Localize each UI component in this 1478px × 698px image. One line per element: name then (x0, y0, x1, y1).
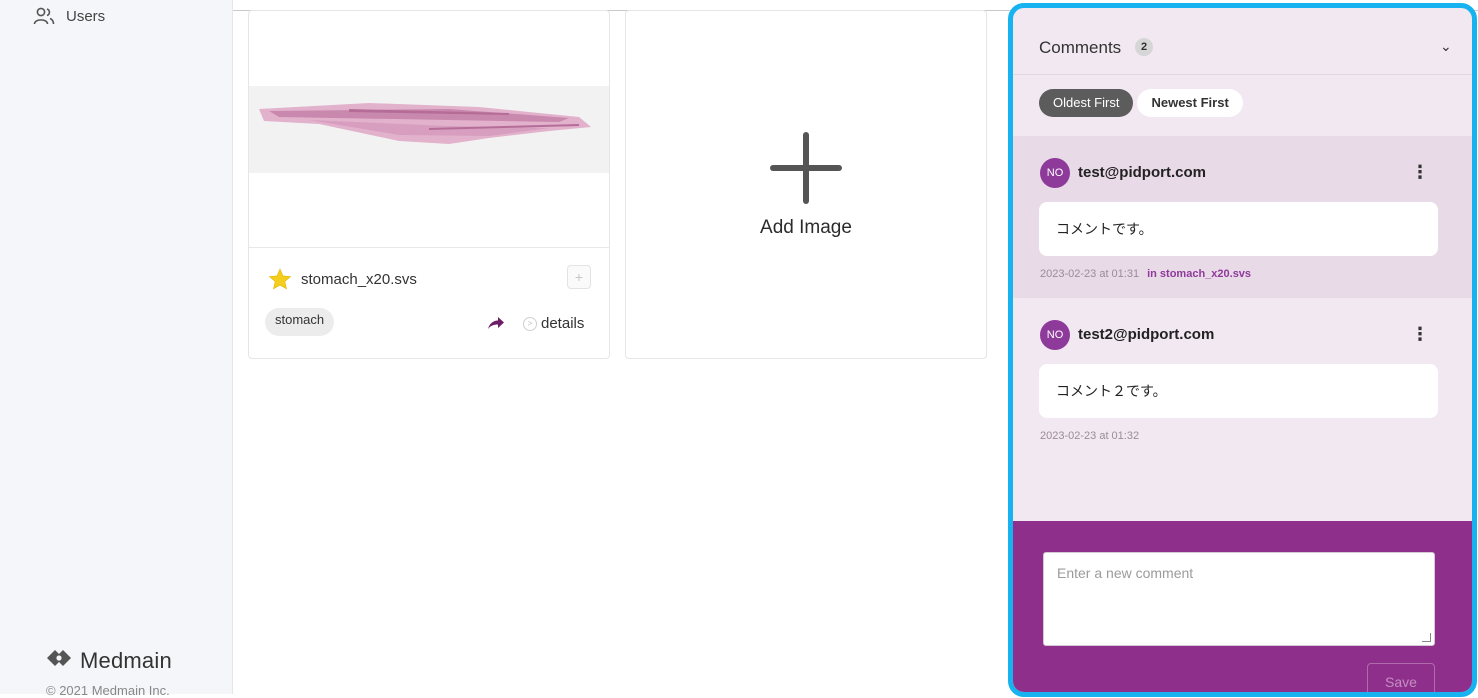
copyright-text: © 2021 Medmain Inc. (46, 683, 170, 698)
save-button[interactable]: Save (1367, 663, 1435, 692)
users-icon (32, 6, 56, 26)
add-to-collection-button[interactable]: + (567, 265, 591, 289)
resize-handle-icon[interactable] (1422, 633, 1431, 642)
comment-item[interactable]: NO test2@pidport.com ⋮ コメント２です。 2023-02-… (1013, 298, 1472, 458)
comment-count-badge: 2 (1135, 38, 1153, 56)
chevron-down-icon[interactable]: ⌄ (1440, 38, 1452, 55)
plus-square-icon: + (574, 269, 584, 285)
comment-body: コメントです。 (1039, 202, 1438, 256)
share-arrow-icon[interactable] (487, 316, 505, 335)
add-image-label: Add Image (760, 217, 852, 238)
sort-toggle: Oldest First Newest First (1039, 89, 1243, 117)
image-thumbnail[interactable] (249, 11, 609, 248)
comments-title: Comments (1039, 38, 1122, 57)
comment-meta: 2023-02-23 at 01:31 in stomach_x20.svs (1040, 268, 1251, 280)
details-link[interactable]: > details (523, 315, 584, 332)
new-comment-input[interactable]: Enter a new comment (1043, 552, 1435, 646)
image-file-name[interactable]: stomach_x20.svs (301, 271, 417, 288)
slide-preview (249, 86, 609, 173)
sidebar-item-label: Users (66, 7, 106, 25)
more-options-icon[interactable]: ⋮ (1411, 324, 1429, 345)
comments-header[interactable]: Comments 2 ⌄ (1013, 8, 1472, 75)
comment-timestamp: 2023-02-23 at 01:31 (1040, 268, 1140, 280)
comment-author: test@pidport.com (1078, 164, 1206, 181)
avatar: NO (1040, 158, 1070, 188)
medmain-logo-icon (44, 646, 74, 675)
tag-chip[interactable]: stomach (265, 308, 335, 336)
sidebar: Users Medmain © 2021 Medmain Inc. (0, 0, 233, 698)
comment-author: test2@pidport.com (1078, 326, 1215, 343)
plus-icon (770, 132, 842, 209)
comment-context-link[interactable]: in stomach_x20.svs (1147, 268, 1251, 280)
avatar: NO (1040, 320, 1070, 350)
sort-newest-button[interactable]: Newest First (1137, 89, 1243, 117)
comment-compose-area: Enter a new comment Save (1013, 521, 1472, 692)
new-comment-placeholder: Enter a new comment (1057, 565, 1194, 581)
comments-panel: Comments 2 ⌄ Oldest First Newest First N… (1008, 3, 1477, 697)
sidebar-item-users[interactable]: Users (32, 6, 105, 26)
comment-meta: 2023-02-23 at 01:32 (1040, 430, 1139, 442)
logo-text: Medmain (80, 647, 172, 673)
medmain-logo: Medmain (44, 646, 172, 675)
details-label: details (541, 315, 585, 332)
more-options-icon[interactable]: ⋮ (1411, 162, 1429, 183)
chevron-right-icon: > (523, 316, 537, 331)
comment-item[interactable]: NO test@pidport.com ⋮ コメントです。 2023-02-23… (1013, 136, 1472, 298)
favorite-star-icon[interactable] (267, 267, 293, 297)
sort-oldest-button[interactable]: Oldest First (1039, 89, 1134, 117)
image-card[interactable]: stomach_x20.svs + stomach > details (248, 10, 610, 359)
comment-body: コメント２です。 (1039, 364, 1438, 418)
add-image-card[interactable]: Add Image (625, 10, 987, 359)
comment-timestamp: 2023-02-23 at 01:32 (1040, 430, 1140, 442)
